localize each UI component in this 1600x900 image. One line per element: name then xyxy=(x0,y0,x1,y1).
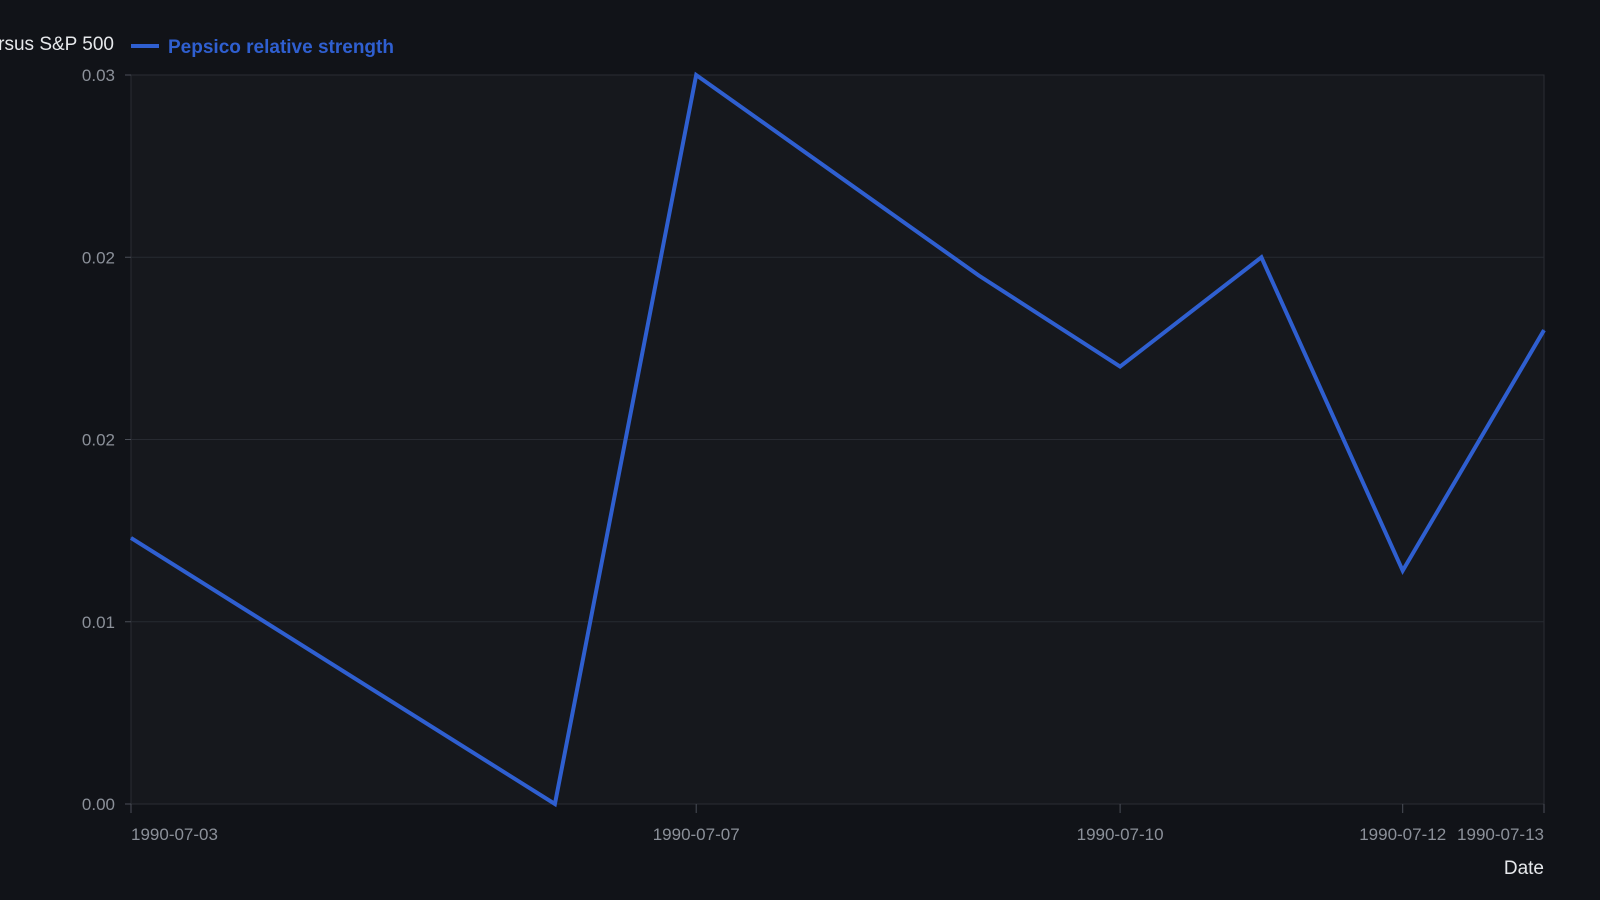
y-tick-label: 0.02 xyxy=(82,431,115,450)
x-tick-label: 1990-07-03 xyxy=(131,825,218,844)
data-point[interactable] xyxy=(1119,366,1121,368)
y-tick-label: 0.02 xyxy=(82,248,115,267)
y-tick-label: 0.01 xyxy=(82,613,115,632)
data-point[interactable] xyxy=(978,274,980,276)
chart-container: 1990-07-03 1990-07-07 1990-07-10 1990-07-12… xyxy=(0,0,1600,900)
y-tick-label: 0.03 xyxy=(82,66,115,85)
data-point[interactable] xyxy=(1543,329,1545,331)
line-chart: 1990-07-03 1990-07-07 1990-07-10 1990-07-12… xyxy=(0,0,1600,900)
data-point[interactable] xyxy=(695,74,697,76)
data-point[interactable] xyxy=(130,537,132,539)
y-axis-title: Versus S&P 500 xyxy=(0,34,114,55)
legend-label[interactable]: Pepsico relative strength xyxy=(168,37,394,58)
x-tick-label: 1990-07-12 xyxy=(1359,825,1446,844)
x-tick-label: 1990-07-13 xyxy=(1457,825,1544,844)
x-axis-title: Date xyxy=(1504,858,1544,879)
data-point[interactable] xyxy=(1260,256,1262,258)
x-tick-label: 1990-07-07 xyxy=(653,825,740,844)
data-point[interactable] xyxy=(554,803,556,805)
y-tick-label: 0.00 xyxy=(82,795,115,814)
x-tick-label: 1990-07-10 xyxy=(1077,825,1164,844)
data-point[interactable] xyxy=(1402,570,1404,572)
legend[interactable]: Pepsico relative strength xyxy=(131,37,394,58)
